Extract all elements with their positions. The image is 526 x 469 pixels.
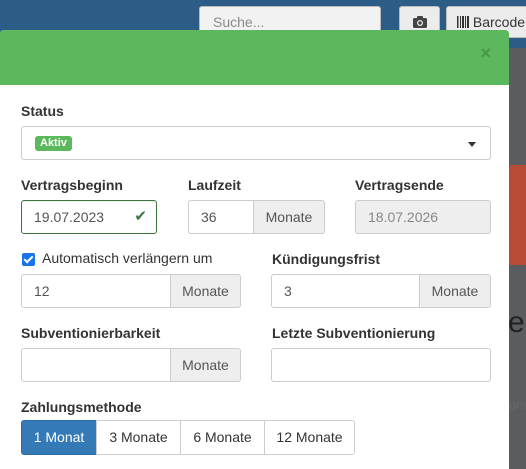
kuendigungsfrist-label: Kündigungsfrist	[272, 251, 381, 267]
zahlungsmethode-option-1[interactable]: 1 Monat	[21, 420, 97, 455]
kuendigungsfrist-unit: Monate	[419, 274, 491, 308]
chevron-down-icon	[468, 142, 476, 147]
background-text-fragment: ger	[509, 397, 526, 412]
zahlungsmethode-label: Zahlungsmethode	[21, 399, 142, 415]
zahlungsmethode-option-12[interactable]: 12 Monate	[264, 420, 355, 455]
background-red-block	[509, 165, 526, 265]
status-label: Status	[21, 103, 64, 119]
vertragsbeginn-input[interactable]: 19.07.2023 ✔	[21, 200, 157, 234]
barcode-icon	[457, 16, 469, 28]
auto-renew-unit: Monate	[170, 274, 241, 308]
close-icon[interactable]: ×	[480, 44, 491, 62]
vertragsbeginn-value: 19.07.2023	[34, 209, 105, 225]
letzte-subventionierung-input[interactable]	[271, 348, 491, 382]
camera-icon	[412, 16, 427, 28]
status-badge: Aktiv	[35, 136, 72, 151]
subventionierbarkeit-unit: Monate	[170, 348, 241, 382]
vertragsbeginn-label: Vertragsbeginn	[21, 177, 123, 193]
checkmark-icon: ✔	[134, 208, 147, 225]
zahlungsmethode-option-3[interactable]: 3 Monate	[96, 420, 181, 455]
contract-modal: × Status Aktiv Vertragsbeginn 19.07.2023…	[0, 30, 509, 469]
vertragsende-label: Vertragsende	[355, 177, 444, 193]
vertragsende-input: 18.07.2026	[355, 200, 491, 234]
auto-renew-input[interactable]: 12	[21, 274, 171, 308]
barcode-label: Barcode	[472, 14, 526, 30]
laufzeit-unit: Monate	[253, 200, 325, 234]
letzte-subventionierung-label: Letzte Subventionierung	[272, 325, 436, 341]
status-select[interactable]: Aktiv	[21, 126, 491, 160]
zahlungsmethode-button-group: 1 Monat 3 Monate 6 Monate 12 Monate	[21, 420, 355, 455]
subventionierbarkeit-label: Subventionierbarkeit	[21, 325, 161, 341]
zahlungsmethode-option-6[interactable]: 6 Monate	[180, 420, 265, 455]
subventionierbarkeit-input[interactable]	[21, 348, 171, 382]
laufzeit-label: Laufzeit	[188, 177, 241, 193]
auto-renew-label[interactable]: Automatisch verlängern um	[42, 250, 212, 266]
laufzeit-input[interactable]: 36	[188, 200, 254, 234]
kuendigungsfrist-input[interactable]: 3	[271, 274, 420, 308]
auto-renew-checkbox[interactable]	[22, 253, 35, 266]
background-heading-fragment: er	[508, 306, 526, 339]
modal-header: ×	[0, 30, 509, 85]
